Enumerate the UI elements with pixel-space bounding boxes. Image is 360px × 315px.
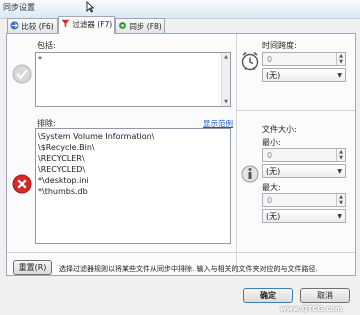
chevron-down-icon: ▼ xyxy=(337,213,342,220)
reset-button[interactable]: 重置(R) xyxy=(13,260,52,275)
max-size-label: 最大: xyxy=(262,183,281,192)
tab-filter-label: 过滤器 (F7) xyxy=(72,20,113,29)
tab-compare[interactable]: 比较 (F6) xyxy=(7,18,58,33)
sync-gear-icon xyxy=(119,22,126,29)
max-size-spinner[interactable]: 0 ▲ ▼ xyxy=(262,193,346,207)
section-divider xyxy=(237,110,355,111)
spinner-arrows-icon[interactable]: ▲ ▼ xyxy=(336,53,345,65)
time-span-label: 时间跨度: xyxy=(262,41,297,50)
include-scrollbar[interactable]: ▲ ▼ xyxy=(221,53,230,106)
filter-icon xyxy=(61,19,70,28)
min-size-spinner[interactable]: 0 ▲ ▼ xyxy=(262,148,346,162)
spinner-arrows-icon[interactable]: ▲ ▼ xyxy=(336,149,345,161)
ok-button[interactable]: 确定 xyxy=(243,288,293,303)
include-textbox[interactable]: * ▲ ▼ xyxy=(35,52,231,107)
time-span-spinner[interactable]: 0 ▲ ▼ xyxy=(262,52,346,66)
file-size-label: 文件大小: xyxy=(262,125,297,134)
exclude-line: \RECYCLER\ xyxy=(38,154,85,163)
spinner-arrows-icon[interactable]: ▲ ▼ xyxy=(336,194,345,206)
exclude-line: \System Volume Information\ xyxy=(38,132,155,141)
time-span-value: 0 xyxy=(267,55,273,64)
checkmark-icon xyxy=(12,64,32,84)
title-bar: 同步设置 xyxy=(0,0,360,19)
min-size-label: 最小: xyxy=(262,138,281,147)
pane-divider xyxy=(236,34,237,274)
min-size-unit-select[interactable]: (无) ▼ xyxy=(262,164,346,178)
reset-description: 选择过滤器规则以将某些文件从同步中排除. 输入与相关的文件夹对应的与文件路径. xyxy=(59,265,318,273)
exclude-line: \$Recycle.Bin\ xyxy=(38,143,95,152)
scroll-down-icon[interactable]: ▼ xyxy=(222,99,230,105)
row-divider xyxy=(7,252,355,253)
time-span-unit-select[interactable]: (无) ▼ xyxy=(262,68,346,82)
min-size-unit: (无) xyxy=(266,167,281,176)
max-size-unit: (无) xyxy=(266,212,281,221)
max-size-unit-select[interactable]: (无) ▼ xyxy=(262,209,346,223)
compare-icon xyxy=(10,21,19,30)
min-size-value: 0 xyxy=(267,151,273,160)
cancel-button[interactable]: 取消 xyxy=(300,288,350,303)
tab-sync[interactable]: 同步 (F8) xyxy=(115,18,165,33)
info-icon xyxy=(241,165,259,183)
exclude-textbox[interactable]: \System Volume Information\ \$Recycle.Bi… xyxy=(35,128,231,244)
scroll-up-icon[interactable]: ▲ xyxy=(222,54,230,60)
window-title: 同步设置 xyxy=(3,3,35,12)
error-x-icon xyxy=(12,174,32,194)
max-size-value: 0 xyxy=(267,196,273,205)
watermark: www.QTCG.com xyxy=(280,305,343,313)
include-line: * xyxy=(38,55,42,64)
tab-compare-label: 比较 (F6) xyxy=(21,22,54,31)
exclude-line: \RECYCLED\ xyxy=(38,165,86,174)
tab-filter[interactable]: 过滤器 (F7) xyxy=(58,16,115,34)
time-span-unit: (无) xyxy=(266,71,281,80)
include-label: 包括: xyxy=(37,41,56,50)
mouse-cursor-icon xyxy=(86,1,94,13)
chevron-down-icon: ▼ xyxy=(337,168,342,175)
exclude-line: *\thumbs.db xyxy=(38,187,88,196)
exclude-line: *\desktop.ini xyxy=(38,176,89,185)
chevron-down-icon: ▼ xyxy=(337,72,342,79)
tab-sync-label: 同步 (F8) xyxy=(129,22,162,31)
alarm-clock-icon xyxy=(241,51,259,71)
